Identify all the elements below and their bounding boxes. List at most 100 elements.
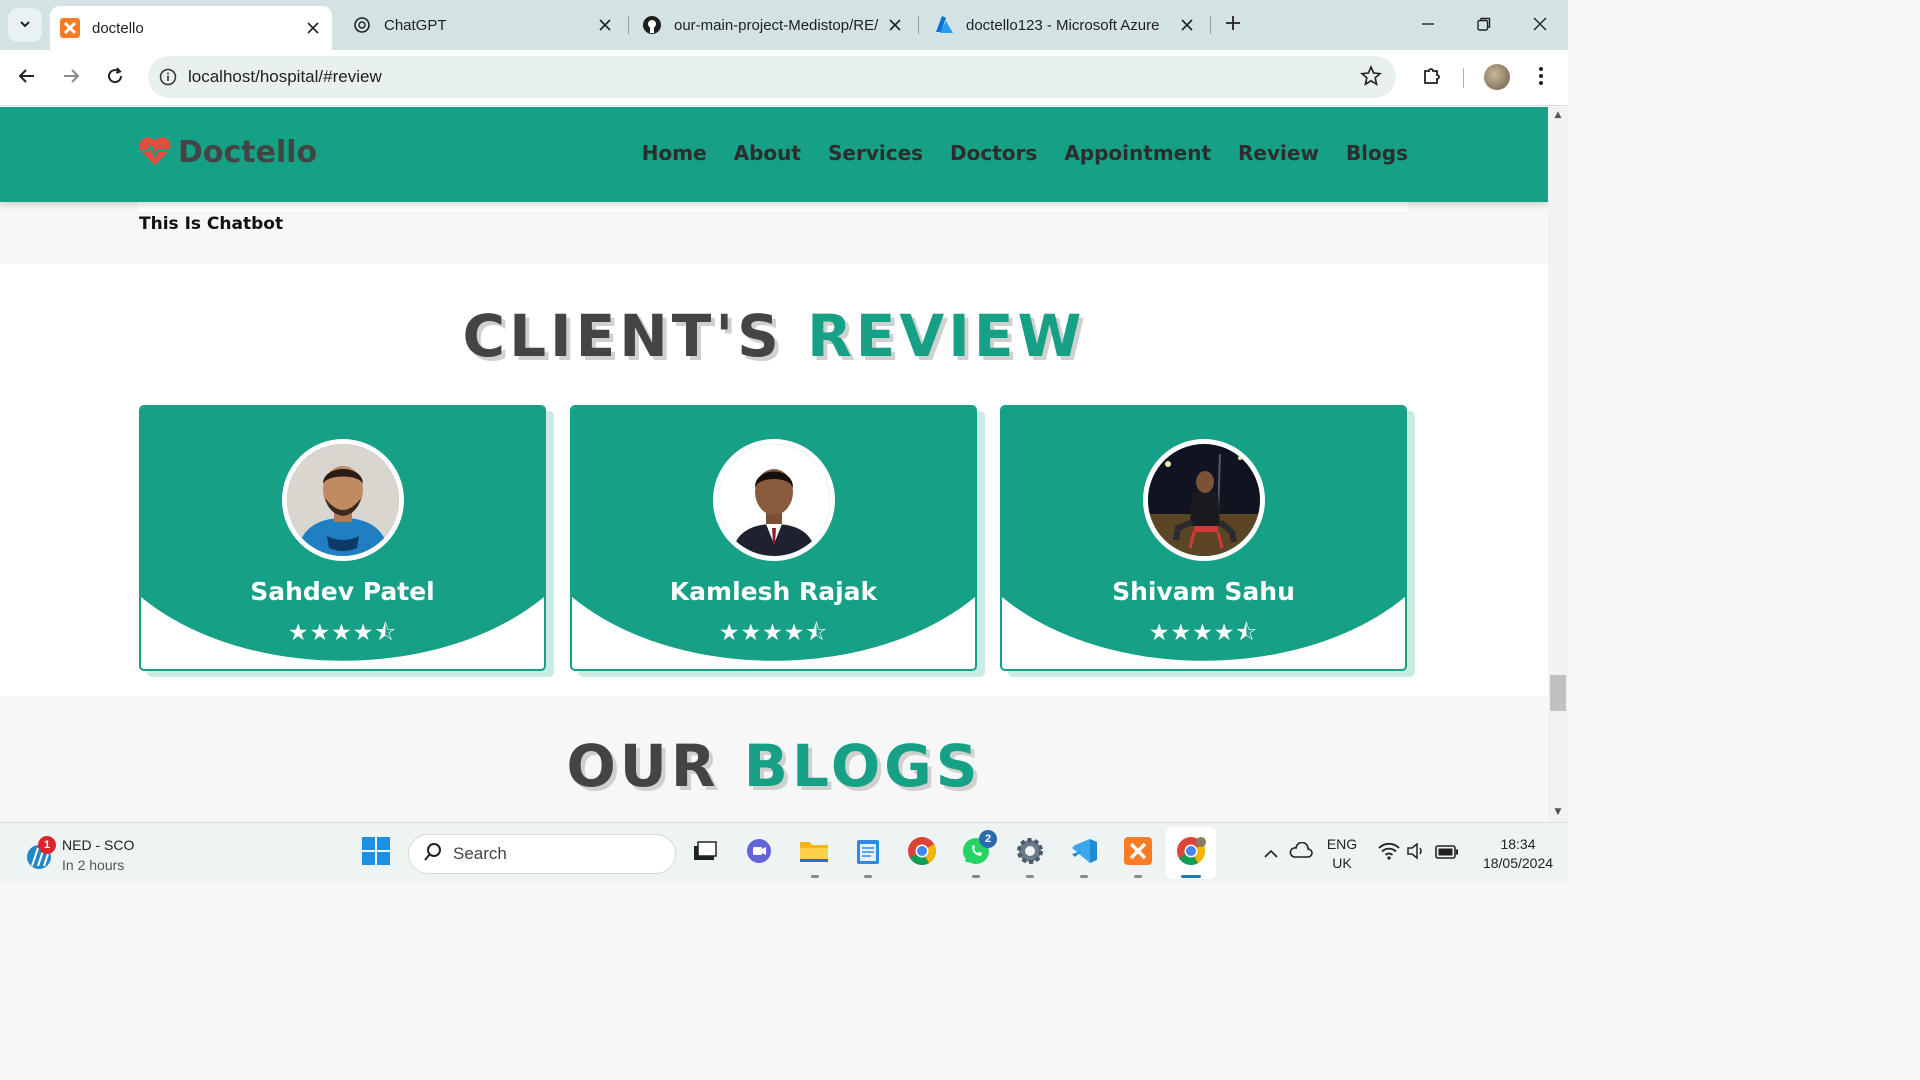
arrow-right-icon (62, 67, 80, 89)
nav-services[interactable]: Services (828, 141, 923, 165)
restore-icon (1477, 16, 1491, 35)
xampp-icon (1124, 837, 1152, 869)
speaker-icon (1406, 842, 1426, 864)
tab-github[interactable]: our-main-project-Medistop/RE/ (632, 8, 914, 42)
menu-button[interactable] (1525, 62, 1557, 94)
chrome-icon (907, 836, 937, 870)
logo-text: Doctello (178, 135, 318, 170)
restore-button[interactable] (1469, 10, 1499, 40)
clock-time: 18:34 (1500, 836, 1536, 852)
onedrive-button[interactable] (1284, 836, 1318, 870)
review-card: Sahdev Patel ★★★★⯪ (139, 405, 546, 671)
plus-icon (1225, 15, 1241, 35)
chrome-icon (1176, 836, 1206, 870)
chatbot-title: This Is Chatbot (139, 214, 284, 234)
search-icon (423, 842, 443, 866)
back-button[interactable] (11, 62, 43, 94)
tab-title: doctello (92, 19, 144, 37)
page-scrollbar[interactable]: ▲ ▼ (1548, 107, 1568, 822)
site-info-icon[interactable] (148, 68, 188, 86)
weather-subtitle: In 2 hours (62, 857, 125, 873)
running-indicator (811, 875, 819, 878)
reload-button[interactable] (99, 62, 131, 94)
close-icon[interactable] (1178, 16, 1196, 34)
nav-blogs[interactable]: Blogs (1346, 141, 1408, 165)
taskbar-search[interactable]: Search (408, 834, 676, 874)
scrollbar-thumb[interactable] (1550, 675, 1566, 711)
task-view-button[interactable] (688, 836, 722, 870)
chrome-profile-button[interactable] (1174, 836, 1208, 870)
weather-text: NED - SCO In 2 hours (62, 835, 134, 875)
active-indicator (1181, 875, 1201, 878)
blogs-section: OUR BLOGS (0, 696, 1548, 822)
toolbar-separator (1463, 68, 1464, 88)
weather-widget[interactable]: 1 NED - SCO In 2 hours (24, 835, 134, 875)
notepad-button[interactable] (851, 836, 885, 870)
teams-button[interactable] (742, 836, 776, 870)
language-line2: UK (1332, 855, 1352, 871)
windows-taskbar: 1 NED - SCO In 2 hours Search 2 ENG UK 1… (0, 822, 1568, 882)
whatsapp-button[interactable]: 2 (959, 830, 997, 870)
new-tab-button[interactable] (1220, 12, 1246, 38)
heartbeat-icon (138, 136, 172, 170)
start-button[interactable] (359, 836, 393, 870)
review-card: Kamlesh Rajak ★★★★⯪ (570, 405, 977, 671)
clock-date: 18/05/2024 (1482, 855, 1554, 871)
running-indicator (864, 875, 872, 878)
nav-doctors[interactable]: Doctors (950, 141, 1037, 165)
nav-about[interactable]: About (734, 141, 801, 165)
tab-search-button[interactable] (8, 8, 42, 42)
scroll-down-arrow-icon[interactable]: ▼ (1552, 807, 1564, 819)
address-bar[interactable]: localhost/hospital/#review (148, 56, 1396, 98)
close-icon[interactable] (886, 16, 904, 34)
avatar (1143, 439, 1265, 561)
chrome-button[interactable] (905, 836, 939, 870)
tab-bar: doctello ChatGPT our-main-project-Medist… (0, 0, 1568, 50)
page-viewport: Doctello Home About Services Doctors App… (0, 107, 1548, 822)
close-icon[interactable] (596, 16, 614, 34)
close-window-button[interactable] (1525, 10, 1555, 40)
chatbot-container (138, 202, 1408, 212)
browser-toolbar: localhost/hospital/#review (0, 50, 1568, 106)
arrow-left-icon (18, 67, 36, 89)
tab-title: our-main-project-Medistop/RE/ (674, 16, 879, 34)
heading-accent-part: REVIEW (807, 302, 1086, 370)
language-line1: ENG (1326, 836, 1358, 852)
gear-icon (1015, 836, 1045, 870)
minimize-button[interactable] (1413, 10, 1443, 40)
show-hidden-icons-button[interactable] (1254, 836, 1288, 870)
tab-title: ChatGPT (384, 16, 447, 34)
vscode-button[interactable] (1067, 836, 1101, 870)
site-logo[interactable]: Doctello (138, 135, 317, 170)
tab-chatgpt[interactable]: ChatGPT (342, 8, 624, 42)
tab-separator (628, 16, 629, 34)
tab-doctello[interactable]: doctello (50, 6, 332, 50)
review-heading: CLIENT'S REVIEW (0, 302, 1548, 370)
azure-icon (934, 15, 954, 35)
profile-avatar[interactable] (1484, 64, 1510, 90)
language-indicator[interactable]: ENG UK (1322, 835, 1362, 873)
more-vertical-icon (1538, 66, 1544, 90)
file-explorer-button[interactable] (797, 836, 831, 870)
extensions-button[interactable] (1416, 62, 1448, 94)
xampp-button[interactable] (1121, 836, 1155, 870)
review-card: Shivam Sahu ★★★★⯪ (1000, 405, 1407, 671)
folder-icon (799, 838, 829, 868)
task-view-icon (692, 840, 718, 866)
battery-button[interactable] (1430, 836, 1464, 870)
url-text[interactable]: localhost/hospital/#review (188, 67, 382, 87)
vscode-icon (1070, 837, 1098, 869)
tab-azure[interactable]: doctello123 - Microsoft Azure (924, 8, 1206, 42)
notepad-icon (856, 837, 880, 869)
scroll-up-arrow-icon[interactable]: ▲ (1552, 110, 1564, 122)
site-header: Doctello Home About Services Doctors App… (0, 107, 1548, 202)
nav-home[interactable]: Home (642, 141, 707, 165)
nav-appointment[interactable]: Appointment (1064, 141, 1211, 165)
close-icon[interactable] (304, 19, 322, 37)
forward-button[interactable] (55, 62, 87, 94)
bookmark-star-icon[interactable] (1360, 64, 1382, 91)
clock[interactable]: 18:34 18/05/2024 (1470, 835, 1566, 873)
nav-review[interactable]: Review (1238, 141, 1319, 165)
volume-button[interactable] (1399, 836, 1433, 870)
settings-button[interactable] (1013, 836, 1047, 870)
